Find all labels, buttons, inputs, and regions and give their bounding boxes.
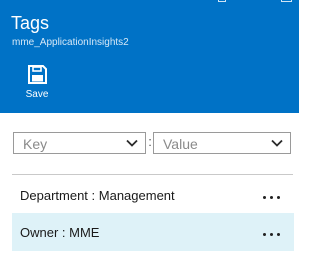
- more-icon[interactable]: [263, 232, 281, 238]
- save-label: Save: [25, 89, 49, 100]
- key-select[interactable]: Key: [13, 132, 146, 154]
- tag-text: Owner : MME: [20, 225, 100, 240]
- blade-title: Tags: [11, 13, 50, 33]
- blade-subtitle: mme_ApplicationInsights2: [12, 37, 129, 48]
- value-select-placeholder: Value: [163, 136, 198, 152]
- save-icon: [28, 65, 47, 84]
- tag-text: Department : Management: [20, 188, 175, 203]
- chevron-down-icon: [271, 139, 283, 147]
- restore-icon[interactable]: [215, 0, 231, 5]
- chevron-down-icon: [126, 139, 138, 147]
- maximize-icon[interactable]: [279, 0, 295, 5]
- more-icon[interactable]: [263, 195, 281, 201]
- key-select-placeholder: Key: [23, 136, 48, 152]
- list-divider: [12, 174, 293, 175]
- blade-header: Tags mme_ApplicationInsights2 Save: [0, 0, 299, 113]
- window-controls: [215, 0, 295, 5]
- tag-row[interactable]: Owner : MME: [12, 213, 294, 251]
- tags-blade: Tags mme_ApplicationInsights2 Save Key :…: [0, 0, 299, 258]
- save-button[interactable]: Save: [16, 60, 60, 104]
- value-select[interactable]: Value: [153, 132, 291, 154]
- tag-filter-bar: Key : Value: [13, 132, 291, 154]
- tag-row[interactable]: Department : Management: [12, 176, 294, 214]
- minimize-icon[interactable]: [247, 0, 263, 5]
